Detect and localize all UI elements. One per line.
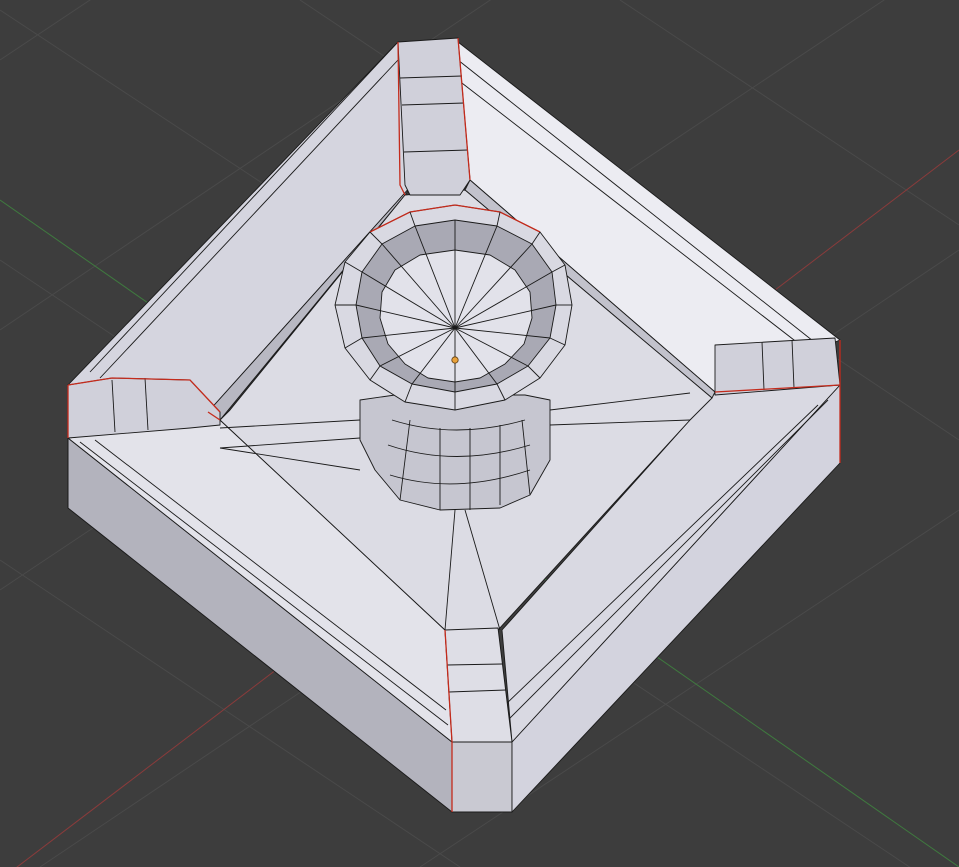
3d-viewport[interactable] bbox=[0, 0, 959, 867]
mesh-face bbox=[451, 741, 513, 813]
mesh-face bbox=[397, 37, 471, 196]
mesh-face bbox=[444, 627, 513, 743]
mesh-object[interactable] bbox=[67, 37, 841, 813]
object-origin-icon[interactable] bbox=[451, 356, 459, 364]
